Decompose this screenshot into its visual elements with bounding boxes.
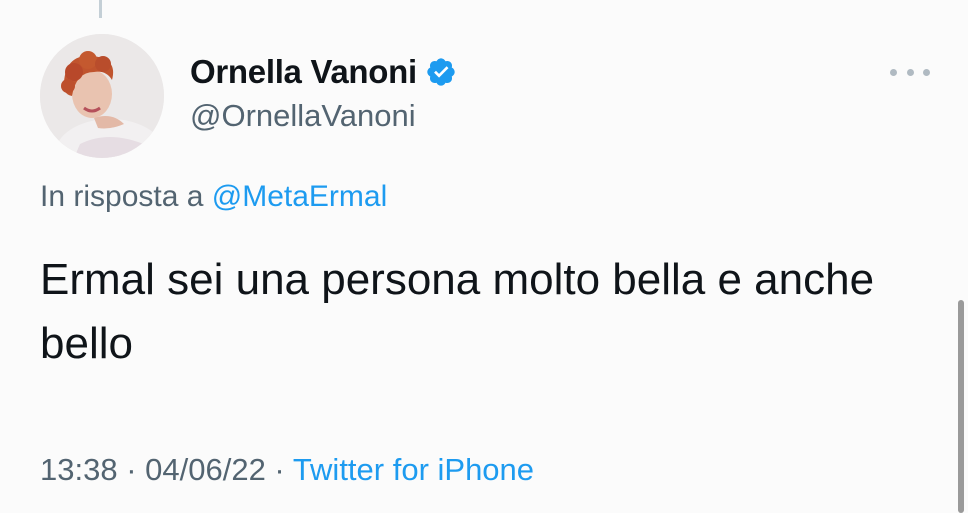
avatar[interactable]	[40, 34, 164, 158]
tweet-date[interactable]: 04/06/22	[145, 452, 266, 487]
more-dot	[890, 68, 897, 76]
more-options-icon[interactable]	[890, 60, 930, 84]
author-name-row: Ornella Vanoni	[190, 50, 457, 94]
reply-mention-link[interactable]: @MetaErmal	[212, 180, 388, 213]
author-handle[interactable]: @OrnellaVanoni	[190, 98, 457, 134]
verified-badge-icon	[425, 56, 457, 88]
more-dot	[906, 68, 914, 76]
tweet-author: Ornella Vanoni @OrnellaVanoni	[190, 50, 457, 134]
meta-separator: ·	[117, 452, 146, 487]
meta-separator: ·	[265, 452, 293, 487]
tweet-source-link[interactable]: Twitter for iPhone	[293, 452, 534, 487]
tweet-text: Ermal sei una persona molto bella e anch…	[40, 255, 875, 368]
avatar-image	[40, 34, 164, 158]
tweet-time[interactable]: 13:38	[40, 452, 118, 487]
reply-context: In risposta a @MetaErmal	[40, 180, 387, 214]
tweet-meta: 13:38 · 04/06/22 · Twitter for iPhone	[40, 452, 534, 488]
thread-connector-line	[99, 0, 102, 18]
more-dot	[923, 68, 930, 76]
author-display-name[interactable]: Ornella Vanoni	[190, 53, 417, 91]
scrollbar[interactable]	[958, 300, 964, 513]
reply-prefix: In risposta a	[40, 180, 212, 213]
